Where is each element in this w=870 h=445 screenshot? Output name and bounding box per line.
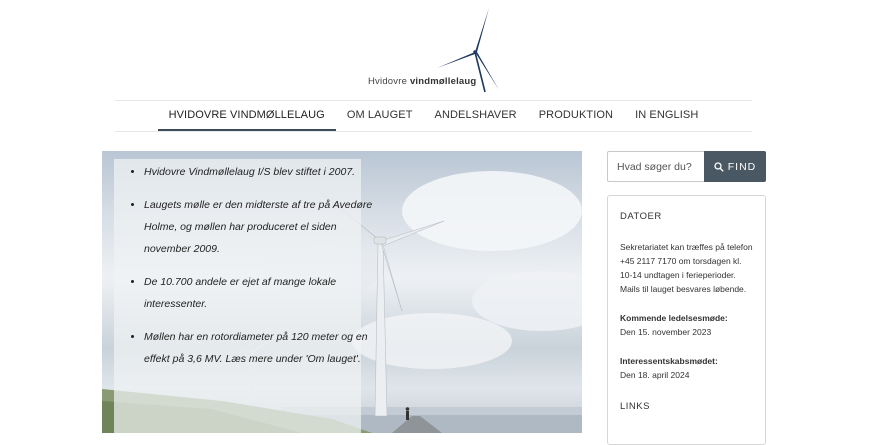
nav-item-om-lauget[interactable]: OM LAUGET	[336, 101, 424, 131]
nav-item-andelshaver[interactable]: ANDELSHAVER	[424, 101, 528, 131]
list-item: Møllen har en rotordiameter på 120 meter…	[144, 326, 374, 370]
site-logo[interactable]: Hvidovre vindmøllelaug	[365, 6, 515, 94]
find-button-label: FIND	[727, 160, 757, 173]
hero-banner: Hvidovre Vindmøllelaug I/S blev stiftet …	[102, 151, 582, 433]
search-form: FIND	[607, 151, 766, 182]
search-icon	[714, 161, 724, 172]
dates-title: DATOER	[620, 211, 662, 222]
nav-item-produktion[interactable]: PRODUKTION	[528, 101, 624, 131]
nav-bottom-divider	[115, 131, 752, 132]
logo-text: Hvidovre vindmøllelaug	[368, 76, 477, 87]
nav-item-hvidovre-vindmollelaug[interactable]: HVIDOVRE VINDMØLLELAUG	[157, 101, 336, 131]
meeting-date: Den 15. november 2023	[620, 327, 712, 337]
list-item: De 10.700 andele er ejet af mange lokale…	[144, 271, 374, 315]
secretariat-info: Sekretariatet kan træffes på telefon +45…	[620, 242, 753, 294]
links-title: LINKS	[620, 401, 650, 412]
meeting-label: Kommende ledelsesmøde:	[620, 313, 728, 323]
list-item: Hvidovre Vindmøllelaug I/S blev stiftet …	[144, 161, 374, 183]
dates-panel: DATOER Sekretariatet kan træffes på tele…	[607, 195, 766, 445]
list-item: Laugets mølle er den midterste af tre på…	[144, 194, 374, 260]
nav-item-in-english[interactable]: IN ENGLISH	[624, 101, 709, 131]
find-button[interactable]: FIND	[704, 151, 766, 182]
interest-meeting-date: Den 18. april 2024	[620, 370, 690, 380]
interest-meeting-label: Interessentskabsmødet:	[620, 356, 718, 366]
hero-bullet-list: Hvidovre Vindmøllelaug I/S blev stiftet …	[124, 161, 374, 381]
main-nav: HVIDOVRE VINDMØLLELAUG OM LAUGET ANDELSH…	[115, 101, 752, 131]
search-input[interactable]	[607, 151, 704, 182]
